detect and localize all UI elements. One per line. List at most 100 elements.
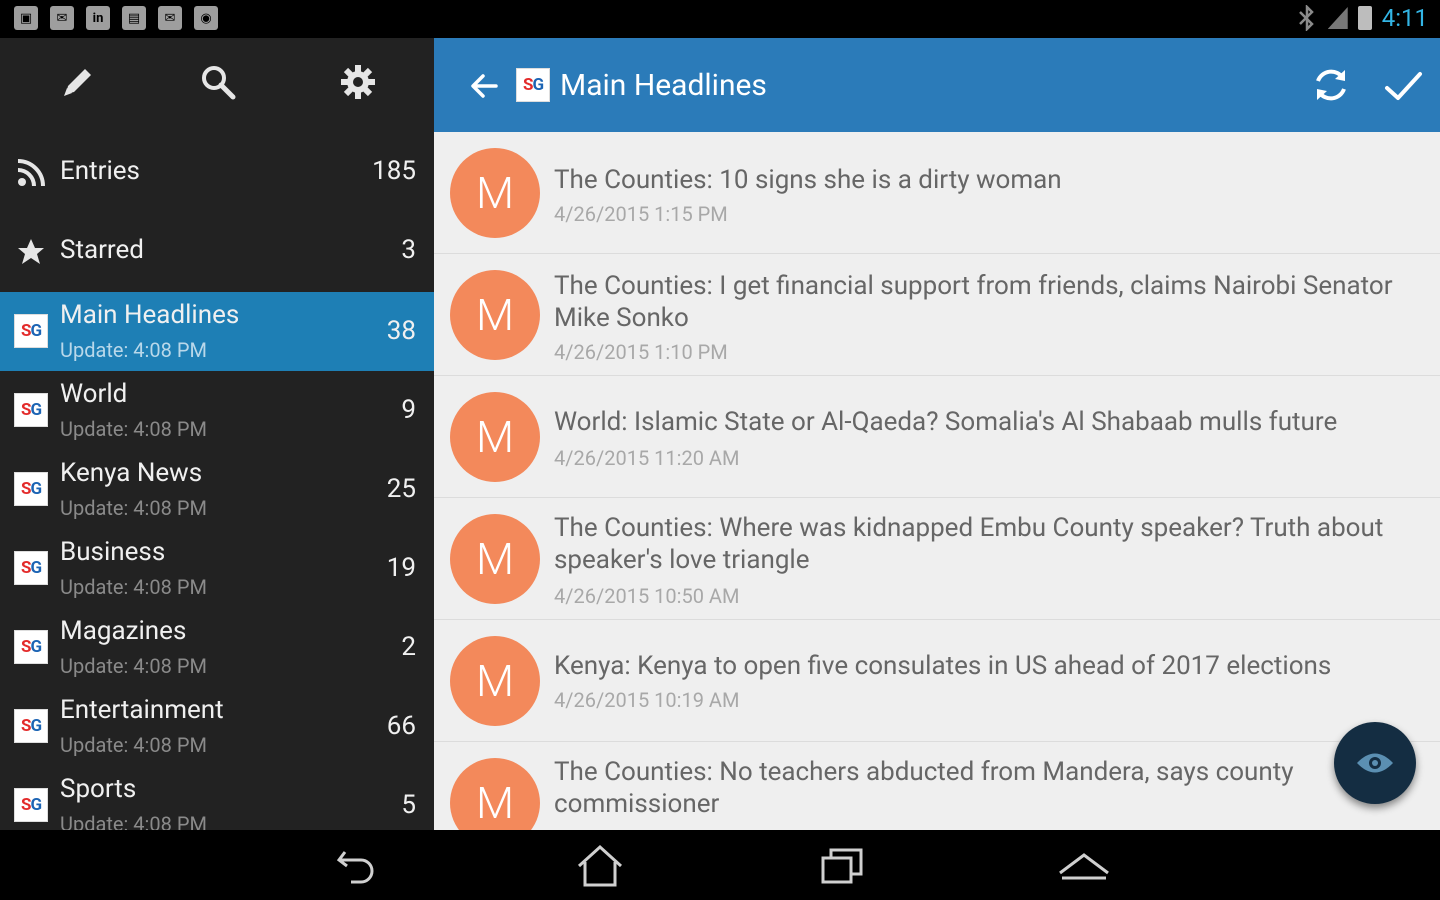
settings-icon[interactable]	[338, 60, 378, 104]
edit-icon[interactable]	[58, 60, 98, 104]
eye-icon	[1357, 753, 1393, 773]
rss-icon	[17, 159, 45, 187]
back-arrow-icon[interactable]	[464, 66, 504, 106]
drawer-item-kenya-news[interactable]: SG Kenya News Update: 4:08 PM 25	[0, 450, 434, 529]
read-mode-fab-button[interactable]	[1334, 722, 1416, 804]
article-date: 4/26/2015 11:20 AM	[554, 446, 740, 470]
menu-button[interactable]	[1054, 844, 1114, 888]
article-avatar: M	[450, 514, 540, 604]
battery-icon	[1357, 6, 1372, 30]
feed-logo-icon: SG	[14, 314, 48, 348]
drawer-item-label: World	[60, 379, 128, 409]
article-date: 4/26/2015 1:10 PM	[554, 340, 728, 364]
signal-icon	[1327, 7, 1348, 29]
feed-logo-icon: SG	[14, 788, 48, 822]
update-time: Update: 4:08 PM	[60, 654, 207, 678]
feed-logo-icon: SG	[14, 393, 48, 427]
gamepad-icon: ◉	[194, 6, 218, 30]
article-item[interactable]: M The Counties: 10 signs she is a dirty …	[434, 132, 1440, 254]
recent-apps-button[interactable]	[812, 844, 872, 888]
recent-apps-icon	[821, 848, 863, 884]
unread-count: 185	[372, 156, 416, 186]
article-item[interactable]: M The Counties: No teachers abducted fro…	[434, 742, 1440, 830]
system-navigation-bar	[0, 830, 1440, 900]
unread-count: 5	[401, 790, 416, 820]
linkedin-icon: in	[86, 6, 110, 30]
drawer-item-entertainment[interactable]: SG Entertainment Update: 4:08 PM 66	[0, 687, 434, 766]
article-headline: World: Islamic State or Al-Qaeda? Somali…	[554, 407, 1338, 437]
unread-count: 3	[401, 235, 416, 265]
app-bar: SG Main Headlines	[434, 38, 1440, 132]
clock: 4:11	[1381, 4, 1428, 32]
navigation-drawer: Entries 185 Starred 3 SG Main Headlines …	[0, 38, 434, 830]
drawer-item-label: Sports	[60, 774, 137, 804]
status-bar: ▣ ✉ in ▤ ✉ ◉ 4:11	[0, 0, 1440, 38]
drawer-toolbar	[0, 38, 434, 128]
drawer-item-label: Business	[60, 537, 166, 567]
home-button[interactable]	[570, 844, 630, 888]
unread-count: 2	[401, 632, 416, 662]
feed-logo-icon: SG	[14, 630, 48, 664]
unread-count: 19	[386, 553, 416, 583]
drawer-item-label: Magazines	[60, 616, 187, 646]
unread-count: 25	[386, 474, 416, 504]
article-headline: The Counties: No teachers abducted from …	[554, 757, 1294, 819]
article-date: 4/26/2015 10:50 AM	[554, 584, 740, 608]
article-avatar: M	[450, 270, 540, 360]
notification-icons: ▣ ✉ in ▤ ✉ ◉	[14, 6, 218, 30]
feed-logo-icon: SG	[14, 551, 48, 585]
article-avatar: M	[450, 636, 540, 726]
drawer-item-starred[interactable]: Starred 3	[0, 213, 434, 292]
article-item[interactable]: M Kenya: Kenya to open five consulates i…	[434, 620, 1440, 742]
drawer-item-magazines[interactable]: SG Magazines Update: 4:08 PM 2	[0, 608, 434, 687]
update-time: Update: 4:08 PM	[60, 338, 207, 362]
mark-all-read-check-icon[interactable]	[1382, 66, 1424, 106]
article-headline: The Counties: 10 signs she is a dirty wo…	[554, 165, 1062, 195]
mail-icon: ✉	[50, 6, 74, 30]
article-date: 4/26/2015 1:15 PM	[554, 202, 728, 226]
chevron-up-menu-icon	[1059, 853, 1109, 880]
refresh-icon[interactable]	[1310, 64, 1352, 106]
drawer-item-business[interactable]: SG Business Update: 4:08 PM 19	[0, 529, 434, 608]
system-tray: 4:11	[1296, 4, 1428, 32]
article-headline: The Counties: I get financial support fr…	[554, 271, 1393, 333]
feed-logo-icon: SG	[14, 709, 48, 743]
unread-count: 66	[386, 711, 416, 741]
drawer-item-world[interactable]: SG World Update: 4:08 PM 9	[0, 371, 434, 450]
update-time: Update: 4:08 PM	[60, 733, 207, 757]
feed-logo-icon: SG	[14, 472, 48, 506]
drawer-item-sports[interactable]: SG Sports Update: 4:08 PM 5	[0, 766, 434, 830]
update-time: Update: 4:08 PM	[60, 417, 207, 441]
image-icon: ▣	[14, 6, 38, 30]
search-icon[interactable]	[198, 60, 238, 104]
back-button[interactable]	[326, 844, 386, 888]
drawer-item-main-headlines[interactable]: SG Main Headlines Update: 4:08 PM 38	[0, 292, 434, 371]
update-time: Update: 4:08 PM	[60, 496, 207, 520]
drawer-item-label: Entries	[60, 156, 140, 186]
home-icon	[577, 844, 623, 887]
article-headline: The Counties: Where was kidnapped Embu C…	[554, 513, 1384, 575]
feed-logo-icon: SG	[516, 68, 550, 102]
update-time: Update: 4:08 PM	[60, 812, 207, 830]
chat-icon: ▤	[122, 6, 146, 30]
star-icon	[18, 239, 44, 264]
drawer-item-label: Entertainment	[60, 695, 224, 725]
article-item[interactable]: M World: Islamic State or Al-Qaeda? Soma…	[434, 376, 1440, 498]
drawer-item-entries[interactable]: Entries 185	[0, 134, 434, 213]
article-avatar: M	[450, 148, 540, 238]
article-item[interactable]: M The Counties: Where was kidnapped Embu…	[434, 498, 1440, 620]
drawer-item-label: Starred	[60, 235, 144, 265]
page-title: Main Headlines	[560, 68, 767, 103]
unread-count: 9	[401, 395, 416, 425]
article-avatar: M	[450, 392, 540, 482]
article-avatar: M	[450, 758, 540, 830]
back-icon	[336, 851, 374, 884]
mail-icon: ✉	[158, 6, 182, 30]
article-headline: Kenya: Kenya to open five consulates in …	[554, 651, 1332, 681]
update-time: Update: 4:08 PM	[60, 575, 207, 599]
article-item[interactable]: M The Counties: I get financial support …	[434, 254, 1440, 376]
article-list-pane: SG Main Headlines M The Counties: 10 sig…	[434, 38, 1440, 830]
drawer-item-label: Kenya News	[60, 458, 203, 488]
article-date: 4/26/2015 10:19 AM	[554, 688, 740, 712]
drawer-item-label: Main Headlines	[60, 300, 240, 330]
